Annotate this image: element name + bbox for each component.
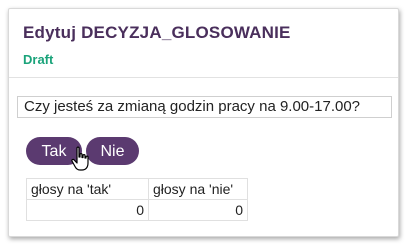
votes-header-row: głosy na 'tak' głosy na 'nie': [26, 178, 248, 200]
votes-no-count: 0: [148, 199, 248, 221]
page-title: Edytuj DECYZJA_GLOSOWANIE: [23, 23, 291, 42]
status-badge: Draft: [23, 52, 54, 67]
votes-yes-count: 0: [26, 199, 149, 221]
panel-header: Edytuj DECYZJA_GLOSOWANIE Draft: [9, 9, 398, 78]
votes-yes-header: głosy na 'tak': [26, 178, 149, 200]
votes-values-row: 0 0: [26, 199, 248, 221]
no-button[interactable]: Nie: [86, 137, 139, 165]
votes-no-header: głosy na 'nie': [148, 178, 248, 200]
question-field[interactable]: Czy jesteś za zmianą godzin pracy na 9.0…: [17, 96, 392, 118]
votes-table: głosy na 'tak' głosy na 'nie' 0 0: [26, 178, 248, 221]
hand-pointer-icon: [71, 146, 89, 171]
